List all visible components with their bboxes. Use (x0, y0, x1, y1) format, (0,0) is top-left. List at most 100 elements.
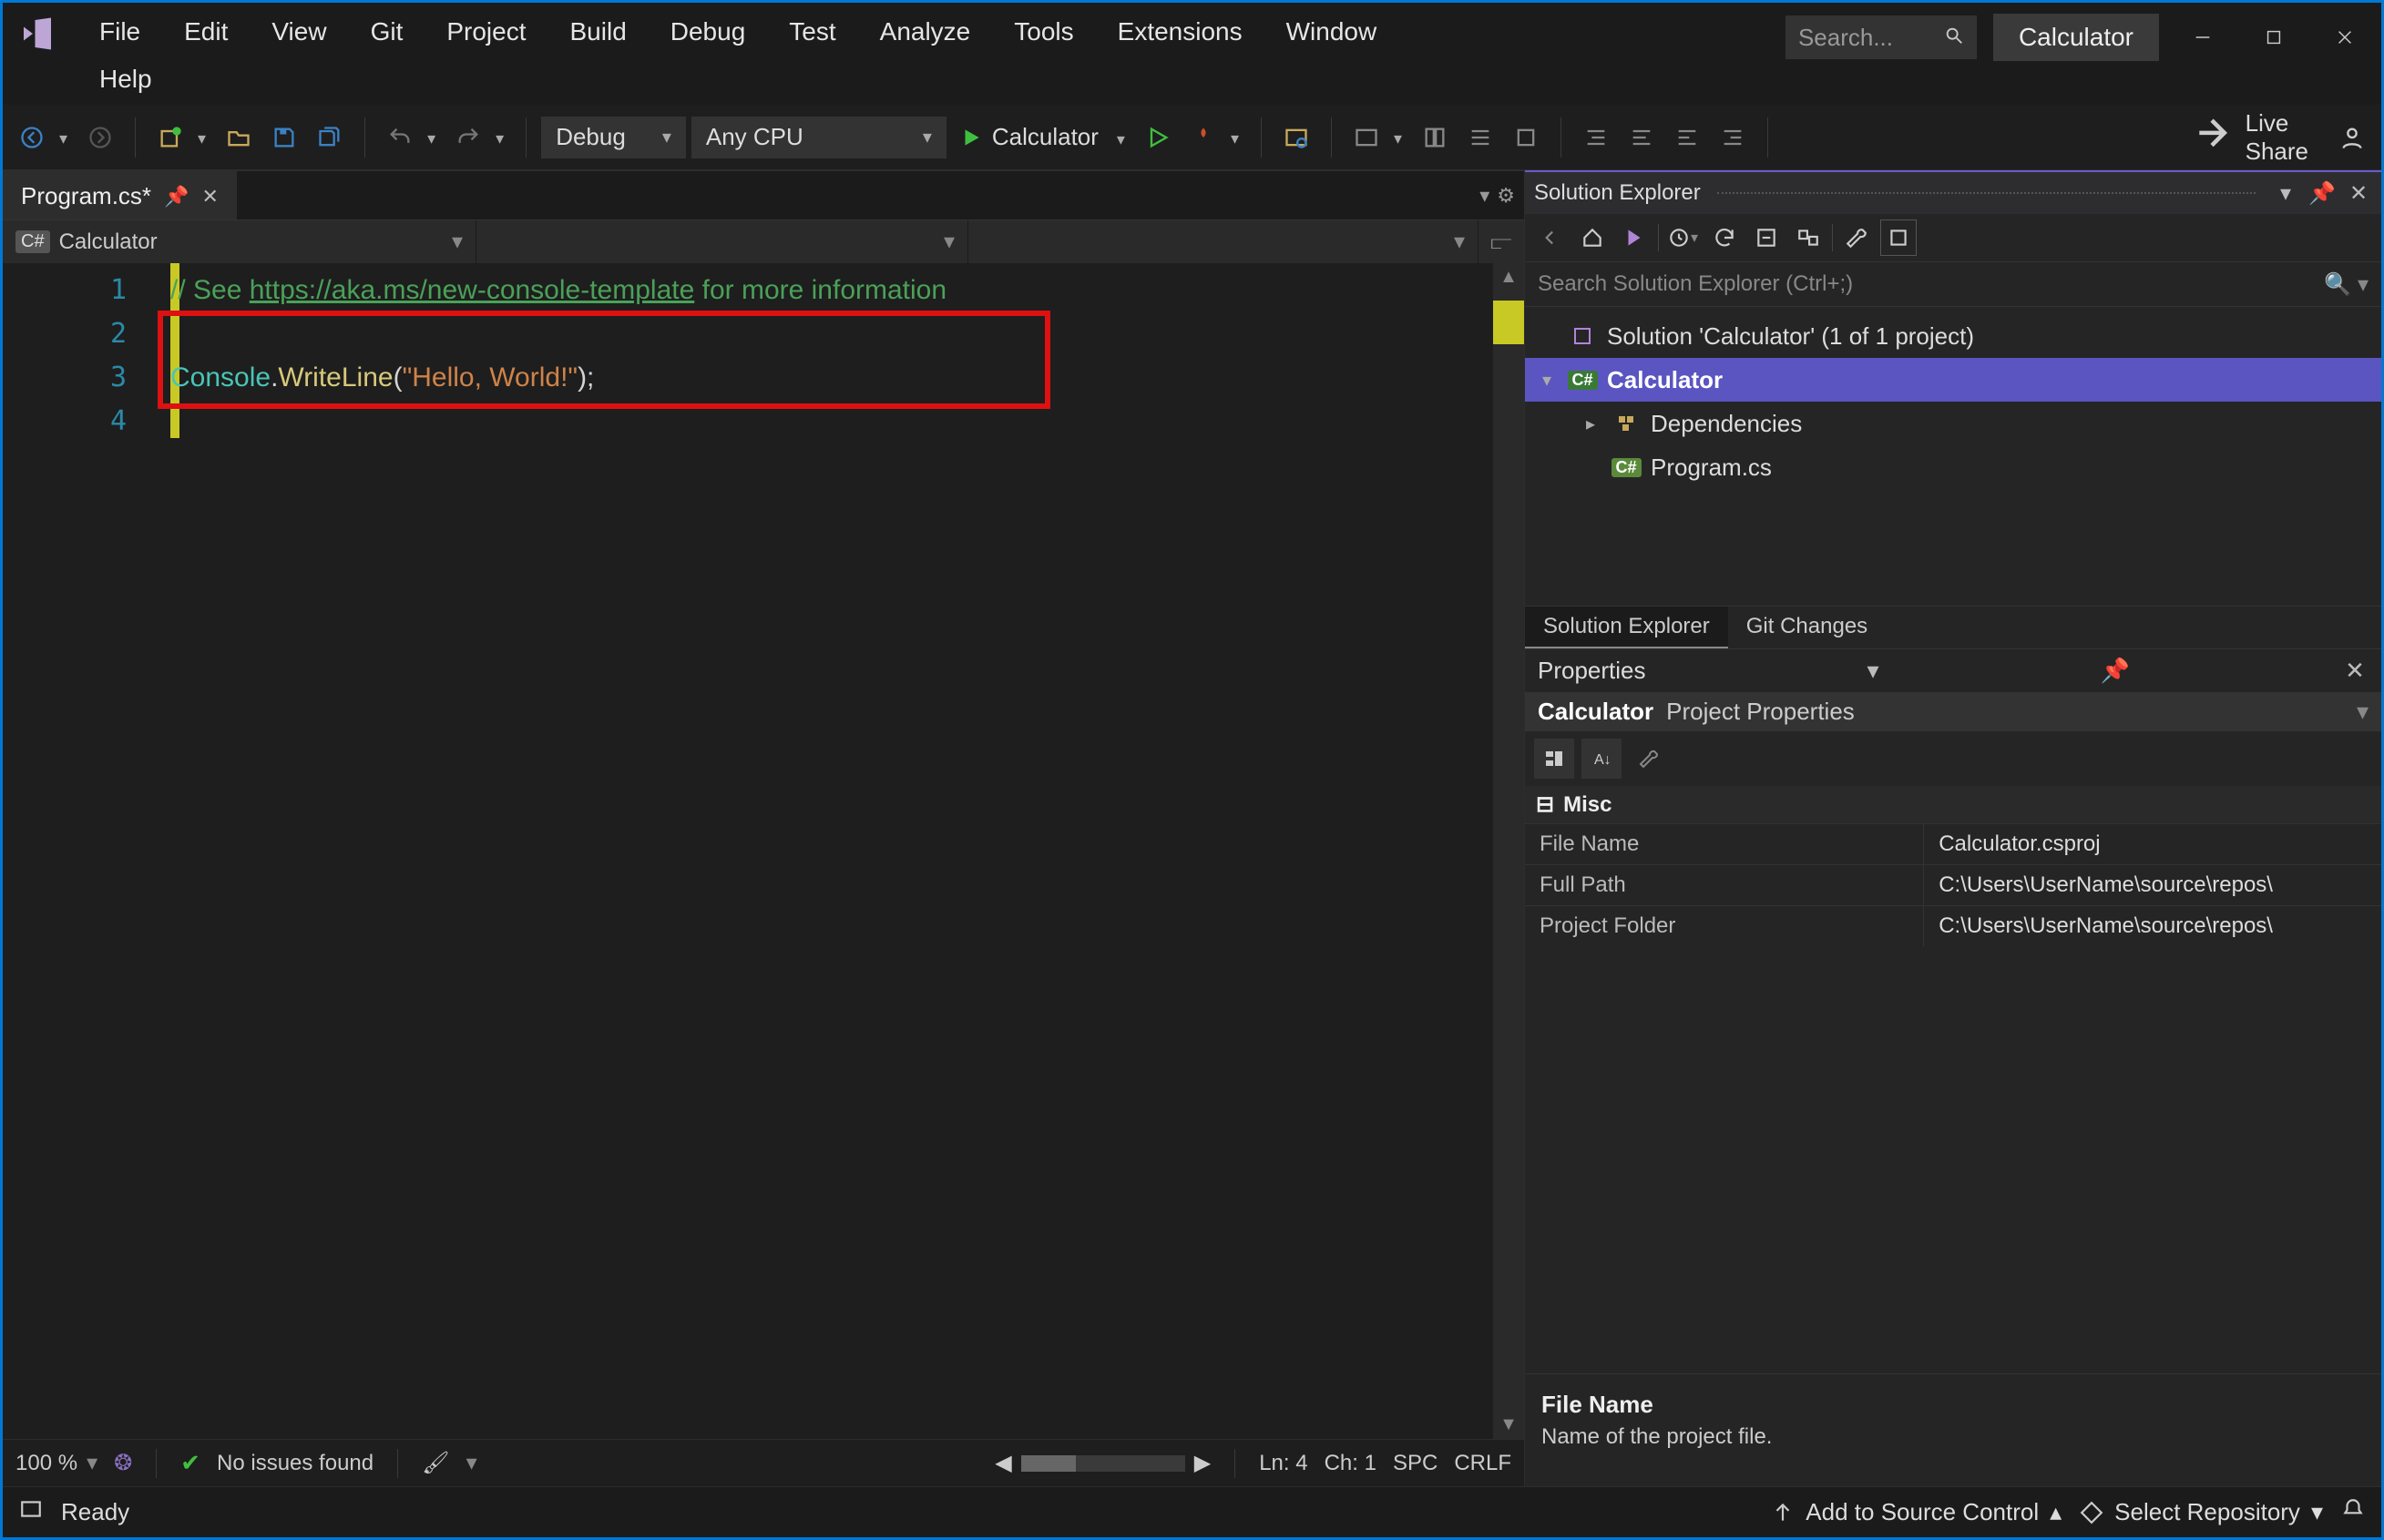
hot-reload-button[interactable] (1183, 119, 1246, 156)
prop-value[interactable]: C:\Users\UserName\source\repos\ (1923, 864, 2381, 905)
se-switch-view-icon[interactable] (1616, 219, 1652, 256)
nav-back-button[interactable] (12, 119, 75, 156)
window-close-button[interactable] (2317, 15, 2372, 59)
tb-icon-3[interactable] (1460, 119, 1500, 156)
code-line-4[interactable] (170, 400, 1493, 444)
save-all-button[interactable] (310, 119, 350, 156)
menu-test[interactable]: Test (767, 8, 857, 56)
zoom-combo[interactable]: 100 %▾ (15, 1450, 97, 1476)
props-close-icon[interactable]: ✕ (2341, 657, 2369, 685)
menu-analyze[interactable]: Analyze (858, 8, 993, 56)
panel-menu-icon[interactable]: ▾ (2272, 180, 2299, 207)
redo-button[interactable] (448, 119, 511, 156)
prop-value[interactable]: C:\Users\UserName\source\repos\ (1923, 905, 2381, 946)
menu-window[interactable]: Window (1264, 8, 1399, 56)
menu-help[interactable]: Help (77, 56, 174, 103)
notifications-icon[interactable] (2341, 1497, 2365, 1527)
code-line-1[interactable]: // See https://aka.ms/new-console-templa… (170, 269, 1493, 312)
menu-view[interactable]: View (250, 8, 348, 56)
brush-icon[interactable]: 🖌 (422, 1450, 449, 1476)
props-wrench-icon[interactable] (1629, 739, 1669, 779)
editor-vscrollbar[interactable]: ▲ ▼ (1493, 263, 1524, 1439)
code-line-2[interactable] (170, 312, 1493, 356)
tree-dependencies-node[interactable]: ▸ Dependencies (1525, 402, 2381, 445)
scroll-down-icon[interactable]: ▼ (1499, 1411, 1518, 1439)
se-home-icon[interactable] (1574, 219, 1611, 256)
tree-project-node[interactable]: ▾ C# Calculator (1525, 358, 2381, 402)
csharp-file-icon: C# (1612, 458, 1640, 477)
code-line-3[interactable]: Console.WriteLine("Hello, World!"); (170, 356, 1493, 400)
prop-value[interactable]: Calculator.csproj (1923, 823, 2381, 864)
se-history-icon[interactable]: ▾ (1664, 219, 1701, 256)
tab-overflow-icon[interactable]: ▾ (1479, 184, 1489, 208)
start-without-debug-button[interactable] (1138, 119, 1178, 156)
output-icon[interactable] (19, 1497, 43, 1527)
menu-debug[interactable]: Debug (649, 8, 768, 56)
undo-button[interactable] (380, 119, 443, 156)
se-back-icon[interactable] (1532, 219, 1569, 256)
se-sync-icon[interactable] (1706, 219, 1743, 256)
props-menu-icon[interactable]: ▾ (1859, 657, 1887, 685)
new-item-button[interactable] (150, 119, 213, 156)
se-showall-icon[interactable] (1790, 219, 1826, 256)
props-categorized-icon[interactable] (1534, 739, 1574, 779)
open-button[interactable] (219, 119, 259, 156)
panel-pin-icon[interactable]: 📌 (2308, 180, 2336, 207)
tb-icon-2[interactable] (1415, 119, 1455, 156)
properties-object-select[interactable]: Calculator Project Properties ▾ (1525, 692, 2381, 731)
solution-explorer-search[interactable]: Search Solution Explorer (Ctrl+;) 🔍 ▾ (1525, 261, 2381, 307)
indent-right-icon[interactable] (1622, 119, 1662, 156)
se-preview-icon[interactable] (1880, 219, 1917, 256)
nav-type-dropdown[interactable]: ▾ (476, 220, 968, 263)
whitespace-mode[interactable]: SPC (1393, 1451, 1438, 1476)
editor-status-strip: 100 %▾ ❂ ✔ No issues found 🖌▾ ◀▶ Ln: 4 C… (3, 1439, 1524, 1486)
window-maximize-button[interactable] (2246, 15, 2301, 59)
menu-tools[interactable]: Tools (992, 8, 1095, 56)
nav-member-dropdown[interactable]: ▾ (968, 220, 1478, 263)
props-alpha-icon[interactable]: A↓ (1581, 739, 1622, 779)
tab-solution-explorer[interactable]: Solution Explorer (1525, 607, 1728, 648)
pin-icon[interactable]: 📌 (164, 185, 189, 209)
live-share-button[interactable]: Live Share (2183, 109, 2308, 166)
menu-edit[interactable]: Edit (162, 8, 250, 56)
menu-git[interactable]: Git (349, 8, 425, 56)
se-collapse-icon[interactable] (1748, 219, 1785, 256)
se-properties-icon[interactable] (1838, 219, 1875, 256)
properties-category-misc[interactable]: ⊟Misc (1525, 786, 2381, 823)
platform-dropdown[interactable]: Any CPU▾ (691, 117, 946, 158)
search-box[interactable]: Search... (1785, 15, 1977, 59)
select-repository-button[interactable]: Select Repository▾ (2080, 1498, 2323, 1526)
code-editor[interactable]: 1 2 3 4 // See https://aka.ms/new-consol… (3, 263, 1524, 1439)
menu-project[interactable]: Project (425, 8, 547, 56)
scroll-up-icon[interactable]: ▲ (1499, 263, 1518, 291)
menu-extensions[interactable]: Extensions (1096, 8, 1264, 56)
nav-fwd-button[interactable] (80, 119, 120, 156)
menu-file[interactable]: File (77, 8, 162, 56)
window-minimize-button[interactable] (2175, 15, 2230, 59)
menu-build[interactable]: Build (548, 8, 649, 56)
panel-close-icon[interactable]: ✕ (2345, 180, 2372, 207)
close-tab-icon[interactable]: ✕ (201, 185, 218, 209)
uncomment-icon[interactable] (1713, 119, 1753, 156)
account-icon[interactable] (2332, 119, 2372, 156)
tree-file-program[interactable]: C# Program.cs (1525, 445, 2381, 489)
browse-icon[interactable] (1346, 119, 1409, 156)
tb-icon-4[interactable] (1506, 119, 1546, 156)
start-debug-button[interactable]: Calculator (952, 123, 1132, 151)
indent-left-icon[interactable] (1576, 119, 1616, 156)
config-dropdown[interactable]: Debug▾ (541, 117, 686, 158)
editor-hscrollbar[interactable]: ◀▶ (995, 1450, 1211, 1476)
save-button[interactable] (264, 119, 304, 156)
tab-git-changes[interactable]: Git Changes (1728, 607, 1886, 648)
comment-icon[interactable] (1667, 119, 1707, 156)
nav-split-icon[interactable]: ⫍ (1478, 220, 1524, 263)
tree-solution-node[interactable]: Solution 'Calculator' (1 of 1 project) (1525, 314, 2381, 358)
nav-project-dropdown[interactable]: C# Calculator ▾ (3, 220, 476, 263)
editor-tab-program[interactable]: Program.cs* 📌 ✕ (3, 171, 237, 219)
props-pin-icon[interactable]: 📌 (2101, 657, 2128, 685)
eol-mode[interactable]: CRLF (1454, 1451, 1511, 1476)
find-in-files-icon[interactable] (1276, 119, 1316, 156)
add-to-source-control-button[interactable]: Add to Source Control▴ (1771, 1498, 2062, 1526)
tab-settings-icon[interactable]: ⚙ (1497, 184, 1515, 208)
intellicode-icon[interactable]: ❂ (114, 1450, 132, 1476)
